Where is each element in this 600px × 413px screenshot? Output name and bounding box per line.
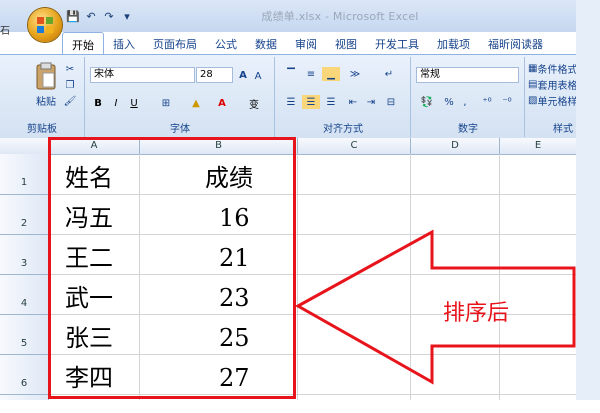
window-right-edge <box>576 0 600 400</box>
office-button[interactable] <box>28 8 62 42</box>
office-logo-icon <box>37 17 53 33</box>
annotation-label: 排序后 <box>443 301 510 326</box>
annotation-arrow-icon <box>294 229 576 385</box>
